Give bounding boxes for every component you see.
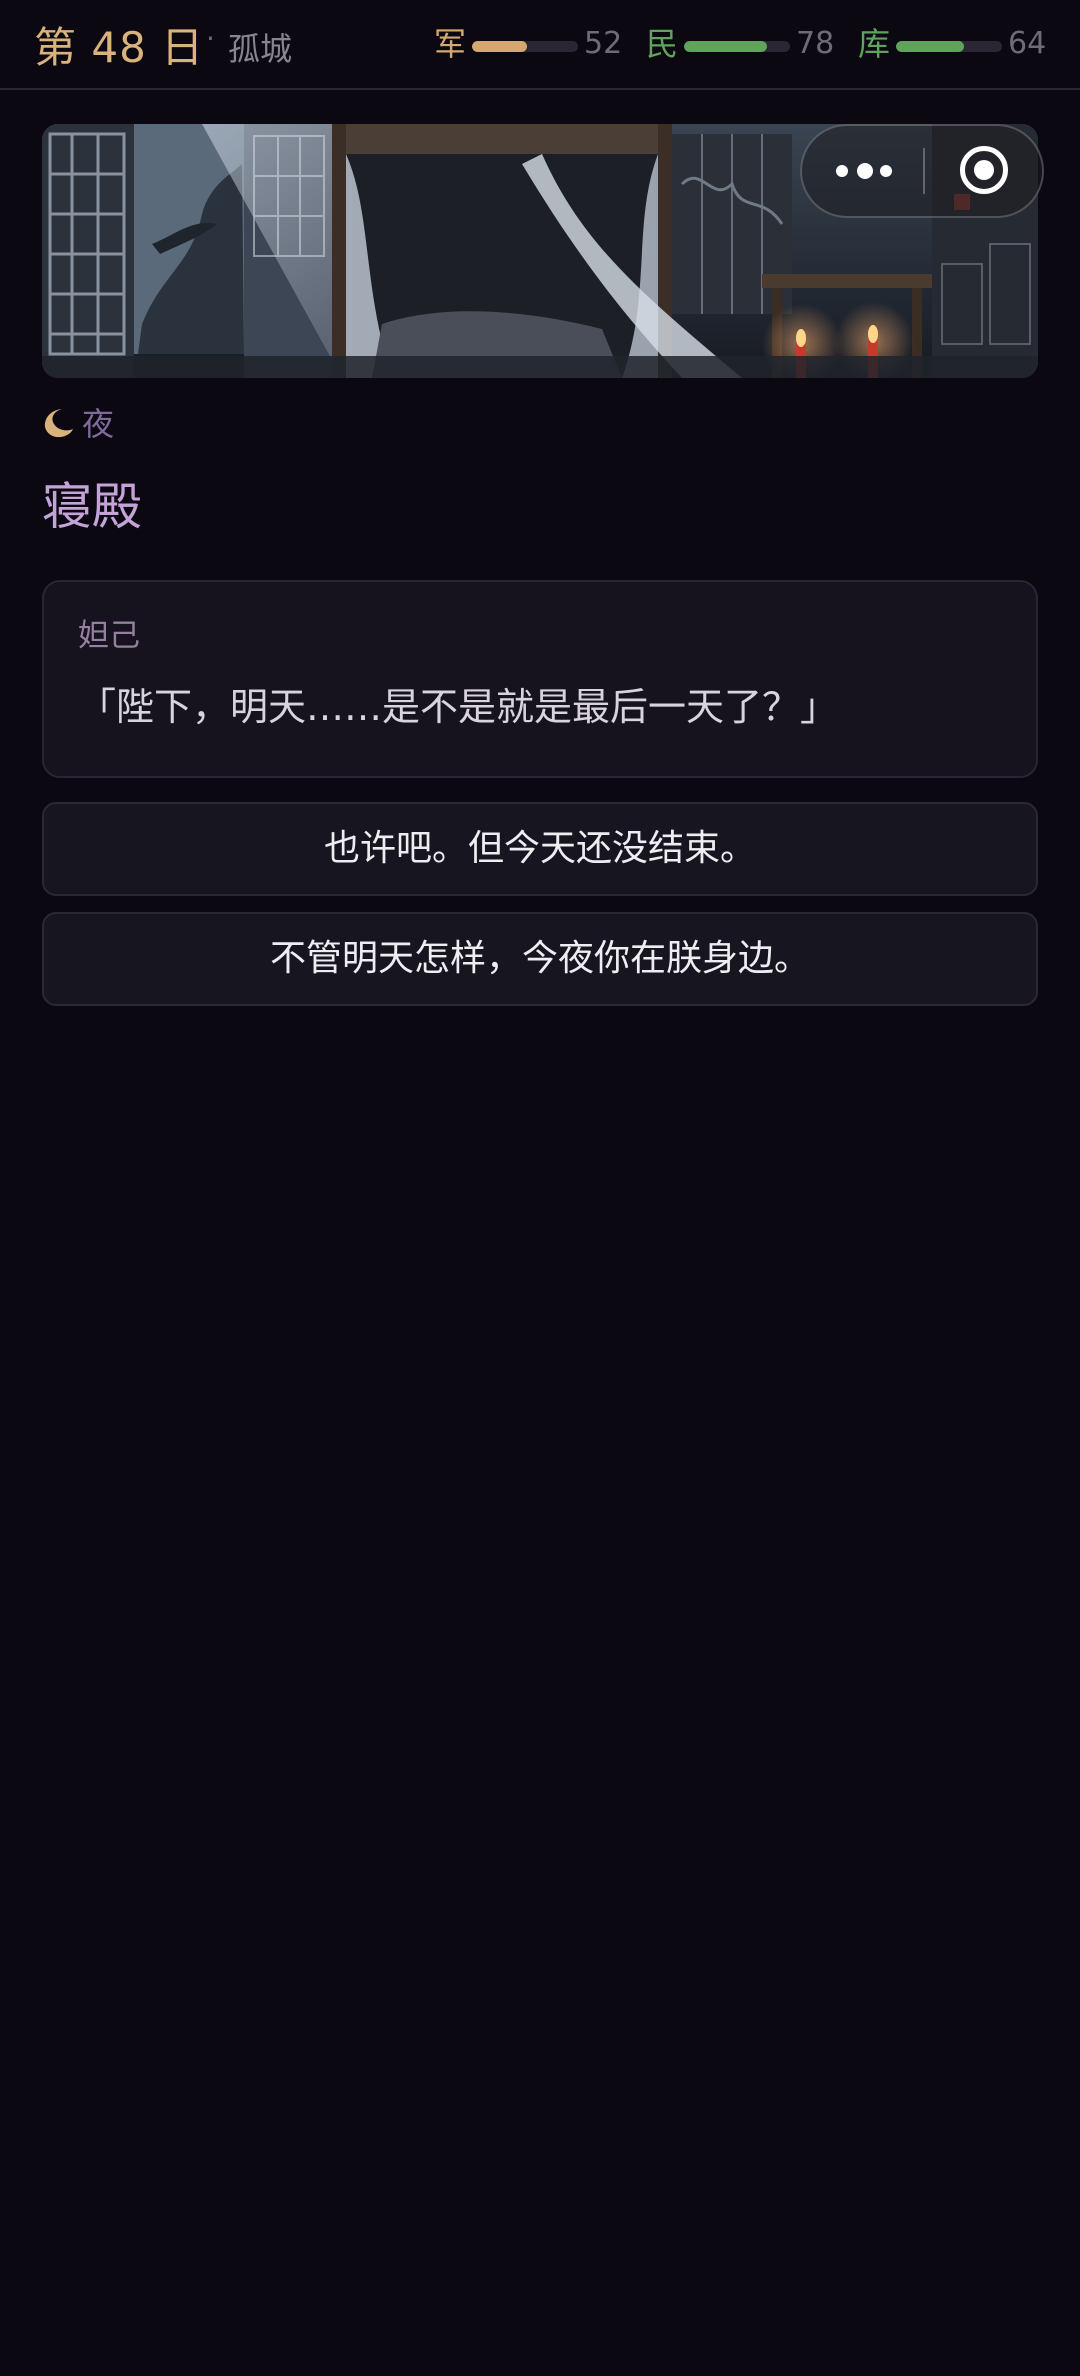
stat-treasury-fill [896, 41, 964, 52]
stat-treasury-bar [896, 41, 1002, 52]
speaker-name: 妲己 [78, 618, 140, 654]
stat-people-value: 78 [796, 26, 835, 61]
status-bar: 第 48 日 · 孤城 军 52 民 78 库 64 [0, 0, 1080, 90]
stat-people-label: 民 [646, 25, 679, 63]
time-label: 夜 [82, 405, 115, 443]
day-counter: 第 48 日 [34, 23, 205, 72]
mini-program-capsule [800, 124, 1044, 218]
stat-military-bar [472, 41, 578, 52]
moon-icon [44, 409, 73, 438]
choice-button-1[interactable]: 也许吧。但今天还没结束。 [42, 802, 1038, 896]
dialogue-text: 「陛下，明天……是不是就是最后一天了？」 [78, 685, 839, 729]
stat-military-label: 军 [434, 25, 467, 63]
stat-people-bar [684, 41, 790, 52]
stat-treasury-label: 库 [858, 25, 891, 63]
stat-people-fill [684, 41, 767, 52]
stat-military-value: 52 [584, 26, 623, 61]
scene-title: 寝殿 [42, 478, 142, 536]
target-close-icon[interactable] [924, 126, 1044, 216]
dialogue-box: 妲己 「陛下，明天……是不是就是最后一天了？」 [42, 580, 1038, 778]
location-label: 孤城 [228, 30, 293, 68]
stat-military-fill [472, 41, 528, 52]
more-dots-icon[interactable] [802, 126, 924, 216]
stat-treasury-value: 64 [1008, 26, 1047, 61]
choice-button-2[interactable]: 不管明天怎样，今夜你在朕身边。 [42, 912, 1038, 1006]
header-separator: · [206, 22, 215, 55]
